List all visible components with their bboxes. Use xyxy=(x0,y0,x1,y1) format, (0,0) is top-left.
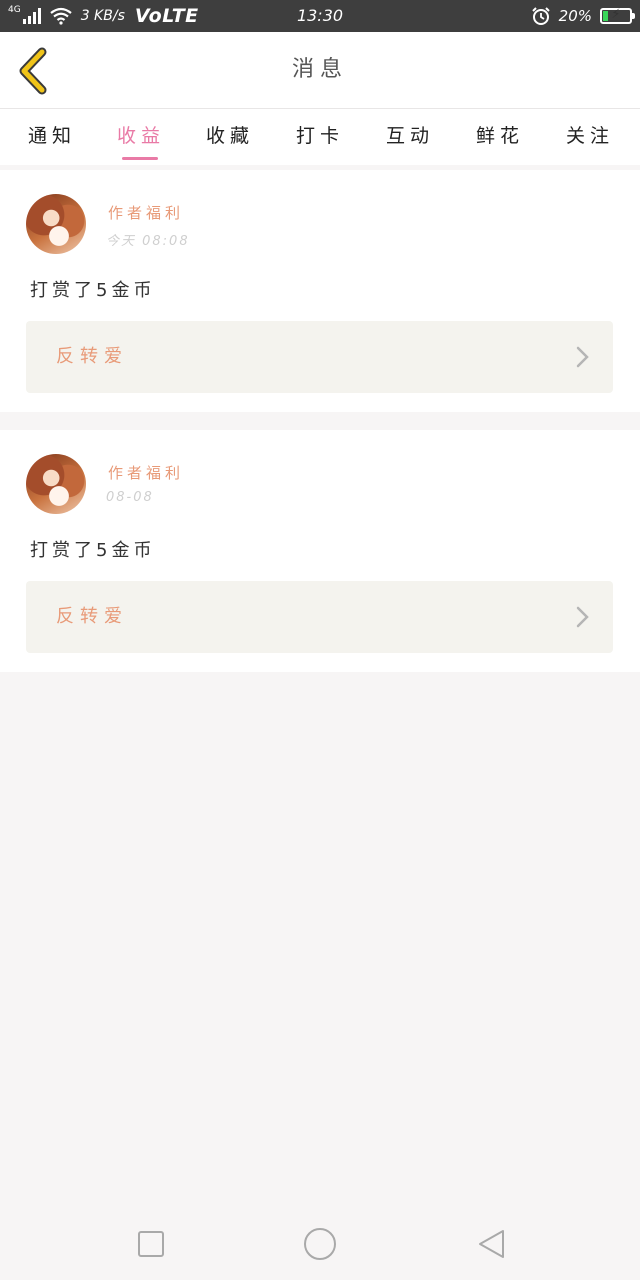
chevron-right-icon xyxy=(576,606,589,628)
tab-favorites[interactable]: 收藏 xyxy=(206,121,254,148)
book-title: 反转爱 xyxy=(56,346,128,367)
tab-flowers[interactable]: 鲜花 xyxy=(476,121,524,148)
message-card: 作者福利 今天 08:08 打赏了5金币 反转爱 xyxy=(0,170,640,412)
message-card: 作者福利 08-08 打赏了5金币 反转爱 xyxy=(0,430,640,672)
book-link[interactable]: 反转爱 xyxy=(26,581,613,653)
author-name[interactable]: 作者福利 xyxy=(108,202,184,223)
page-title: 消息 xyxy=(291,57,348,82)
avatar[interactable] xyxy=(26,194,86,254)
tab-earnings[interactable]: 收益 xyxy=(117,121,165,148)
book-title: 反转爱 xyxy=(56,606,128,627)
battery-icon: ⚡ xyxy=(600,7,635,24)
charging-bolt-icon: ⚡ xyxy=(611,7,621,22)
chevron-right-icon xyxy=(576,346,589,368)
message-text: 打赏了5金币 xyxy=(30,280,156,301)
tab-checkin[interactable]: 打卡 xyxy=(296,121,344,148)
system-nav-bar xyxy=(0,1208,640,1280)
message-time: 今天 08:08 xyxy=(106,234,190,249)
tab-interactions[interactable]: 互动 xyxy=(386,121,434,148)
alarm-icon xyxy=(531,7,550,25)
active-tab-indicator xyxy=(122,157,158,160)
status-bar: 4G 3 KB/s VoLTE 13:30 20% ⚡ xyxy=(0,0,640,32)
battery-percent: 20% xyxy=(558,7,592,25)
message-time: 08-08 xyxy=(106,490,154,505)
header-bar: 消息 xyxy=(0,32,640,109)
book-link[interactable]: 反转爱 xyxy=(26,321,613,393)
status-right: 20% ⚡ xyxy=(531,0,635,32)
tab-following[interactable]: 关注 xyxy=(566,121,614,148)
author-name[interactable]: 作者福利 xyxy=(108,462,184,483)
square-icon[interactable] xyxy=(137,1230,165,1258)
message-text: 打赏了5金币 xyxy=(30,540,156,561)
circle-icon[interactable] xyxy=(303,1227,337,1261)
tab-notifications[interactable]: 通知 xyxy=(28,121,76,148)
triangle-back-icon[interactable] xyxy=(476,1228,506,1260)
tab-bar: 通知 收益 收藏 打卡 互动 鲜花 关注 xyxy=(0,109,640,165)
avatar[interactable] xyxy=(26,454,86,514)
